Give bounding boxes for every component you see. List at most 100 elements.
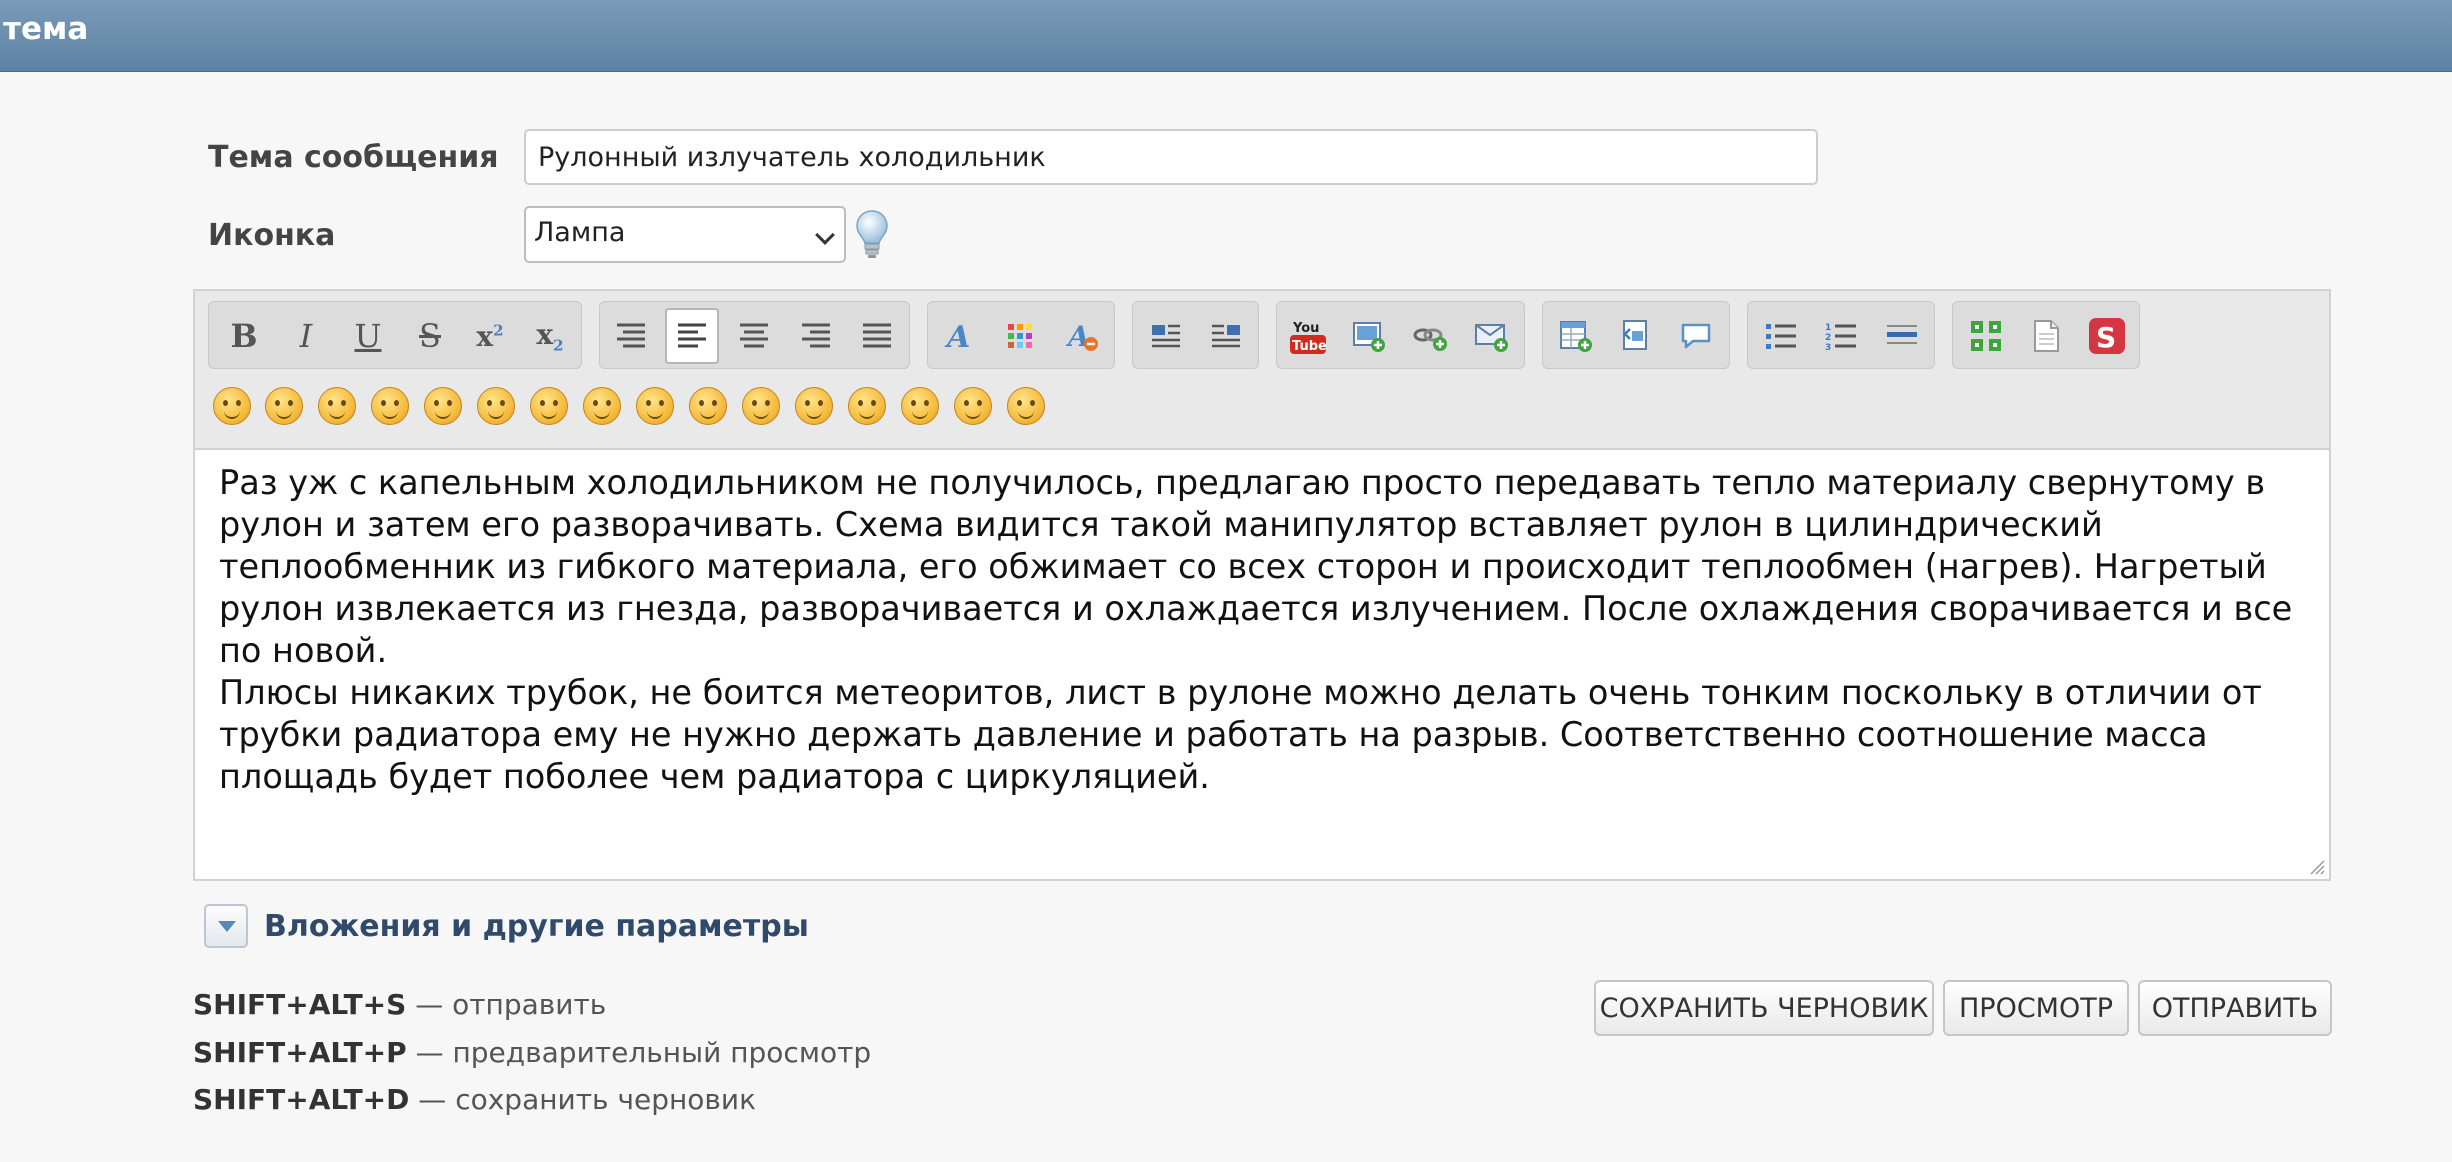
justify-icon (863, 323, 891, 348)
subject-label: Тема сообщения (208, 140, 499, 175)
shortcut-hint-preview: SHIFT+ALT+P — предварительный просмотр (193, 1036, 871, 1069)
smiley-icon[interactable] (265, 387, 303, 425)
smiley-icon[interactable] (689, 387, 727, 425)
expand-arrow-icon[interactable] (204, 904, 248, 948)
align-left-button[interactable] (665, 308, 719, 364)
icon-select[interactable]: Лампа (524, 206, 846, 263)
toolbar-group-align (599, 301, 910, 369)
quote-icon (1681, 323, 1711, 349)
image-icon (1353, 322, 1385, 352)
page-title: тема (3, 11, 89, 47)
subject-input[interactable] (524, 129, 1818, 185)
smiley-icon[interactable] (954, 387, 992, 425)
smiley-icon[interactable] (795, 387, 833, 425)
fullscreen-icon (1971, 321, 2001, 351)
color-palette-icon (1008, 324, 1032, 348)
align-right-icon (802, 323, 830, 348)
fullscreen-button[interactable] (1959, 308, 2013, 364)
smiley-icon[interactable] (848, 387, 886, 425)
save-draft-button[interactable]: СОХРАНИТЬ ЧЕРНОВИК (1594, 980, 1934, 1036)
numbered-list-icon: 123 (1825, 323, 1856, 351)
code-icon (1623, 320, 1647, 350)
numbered-list-button[interactable]: 123 (1814, 308, 1868, 364)
svg-text:2: 2 (1825, 333, 1831, 343)
resize-handle-icon[interactable] (2307, 857, 2325, 875)
bullet-list-button[interactable] (1754, 308, 1808, 364)
attachments-toggle[interactable]: Вложения и другие параметры (204, 904, 809, 948)
insert-quote-button[interactable] (1670, 308, 1724, 364)
text-color-button[interactable] (993, 308, 1047, 364)
svg-text:A: A (944, 320, 970, 352)
indent-button[interactable] (604, 308, 658, 364)
toolbar-group-lists: 123 (1747, 301, 1935, 369)
document-icon (2034, 320, 2059, 352)
insert-table-button[interactable] (1549, 308, 1603, 364)
insert-image-button[interactable] (1343, 308, 1397, 364)
smiley-icon[interactable] (477, 387, 515, 425)
indent-icon (617, 323, 645, 348)
svg-text:You: You (1292, 321, 1319, 336)
attachments-label[interactable]: Вложения и другие параметры (264, 909, 809, 944)
smiley-icon[interactable] (318, 387, 356, 425)
svg-text:S: S (2096, 321, 2116, 354)
shortcut-desc: — отправить (415, 988, 607, 1021)
shortcut-keys: SHIFT+ALT+P (193, 1036, 407, 1069)
superscript-button[interactable]: x2 (463, 308, 517, 364)
insert-code-button[interactable] (1609, 308, 1663, 364)
svg-text:Tube: Tube (1292, 339, 1327, 354)
align-center-button[interactable] (727, 308, 781, 364)
underline-button[interactable]: U (341, 308, 395, 364)
remove-format-icon: A (1066, 320, 1098, 352)
insert-email-button[interactable] (1465, 308, 1519, 364)
insert-link-button[interactable] (1404, 308, 1458, 364)
youtube-icon: You Tube (1290, 321, 1327, 354)
smiley-icon[interactable] (371, 387, 409, 425)
smiley-icon[interactable] (424, 387, 462, 425)
svg-text:3: 3 (1825, 343, 1831, 351)
toolbar-group-format: B I U S x2 x2 (208, 301, 582, 369)
send-button[interactable]: ОТПРАВИТЬ (2138, 980, 2332, 1036)
icon-select-value: Лампа (534, 217, 626, 248)
lightbulb-icon (856, 210, 888, 258)
preview-button[interactable]: ПРОСМОТР (1943, 980, 2129, 1036)
bold-button[interactable]: B (217, 308, 271, 364)
shortcut-desc: — сохранить черновик (418, 1083, 757, 1116)
toolbar-group-tools: S (1952, 301, 2140, 369)
justify-button[interactable] (850, 308, 904, 364)
remove-format-button[interactable]: A (1056, 308, 1110, 364)
spoiler-icon: S (2089, 318, 2125, 354)
align-left-icon (678, 323, 706, 348)
float-left-icon (1152, 324, 1180, 348)
shortcut-hint-draft: SHIFT+ALT+D — сохранить черновик (193, 1083, 756, 1116)
font-style-button[interactable]: A (932, 308, 986, 364)
subscript-button[interactable]: x2 (523, 308, 577, 364)
smiley-icon[interactable] (901, 387, 939, 425)
horizontal-rule-button[interactable] (1875, 308, 1929, 364)
youtube-button[interactable]: You Tube (1281, 308, 1335, 364)
smiley-icon[interactable] (742, 387, 780, 425)
smiley-icon[interactable] (530, 387, 568, 425)
toolbar-group-layout (1132, 301, 1259, 369)
align-right-button[interactable] (789, 308, 843, 364)
smiley-icon[interactable] (583, 387, 621, 425)
toolbar-group-media: You Tube (1276, 301, 1525, 369)
message-textarea[interactable]: Раз уж с капельным холодильником не полу… (195, 448, 2329, 879)
float-right-button[interactable] (1199, 308, 1253, 364)
icon-label: Иконка (208, 218, 336, 253)
chevron-down-icon (815, 225, 835, 245)
source-button[interactable] (2019, 308, 2073, 364)
smiley-icon[interactable] (213, 387, 251, 425)
spoiler-button[interactable]: S (2080, 308, 2134, 364)
link-icon (1413, 328, 1447, 351)
italic-button[interactable]: I (279, 308, 333, 364)
page-header: тема (0, 0, 2452, 72)
float-left-button[interactable] (1139, 308, 1193, 364)
smiley-bar (213, 387, 1113, 435)
shortcut-keys: SHIFT+ALT+S (193, 988, 407, 1021)
strikethrough-button[interactable]: S (403, 308, 457, 364)
table-icon (1560, 321, 1592, 352)
shortcut-desc: — предварительный просмотр (415, 1036, 872, 1069)
smiley-icon[interactable] (1007, 387, 1045, 425)
smiley-icon[interactable] (636, 387, 674, 425)
editor-toolbar: B I U S x2 x2 A A You Tube 1 2 3 S (195, 291, 2329, 448)
